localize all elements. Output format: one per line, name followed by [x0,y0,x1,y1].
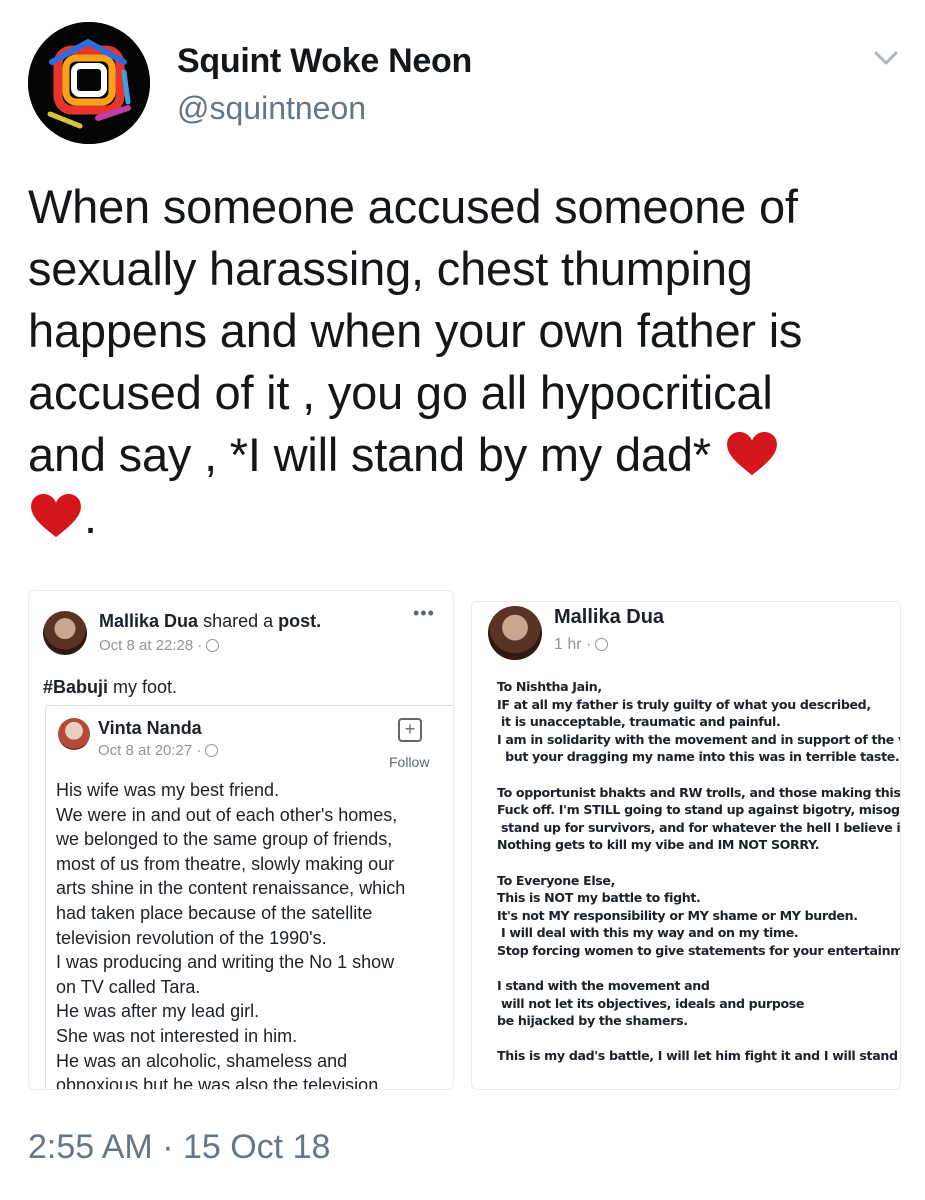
letter-line: I am in solidarity with the movement and… [497,731,901,747]
display-name[interactable]: Squint Woke Neon [177,42,472,81]
letter-line: be hijacked by the shamers. [497,1013,688,1029]
post-link[interactable]: post. [278,611,321,631]
letter-line: To Everyone Else, [497,872,616,888]
story-line: had taken place because of the satellite [56,902,373,923]
tweet-text-line: When someone accused someone of [28,180,798,233]
tweet-text-line: sexually harassing, chest thumping [28,242,753,295]
avatar [43,611,87,655]
avatar [58,718,90,750]
letter-line: Nothing gets to kill my vibe and IM NOT … [497,837,820,853]
letter-line: it is unacceptable, traumatic and painfu… [497,714,781,730]
follow-plus-icon[interactable]: + [398,718,422,742]
post-author[interactable]: Mallika Dua [99,611,198,631]
globe-icon [595,638,609,651]
letter-line: will not let its objectives, ideals and … [497,995,805,1011]
post-timestamp[interactable]: Oct 8 at 20:27 · [98,742,201,759]
story-line: I was producing and writing the No 1 sho… [56,952,395,973]
letter-line: IF at all my father is truly guilty of w… [497,696,871,712]
post-meta: 1 hr · [554,636,609,654]
letter-line: stand up for survivors, and for whatever… [497,819,901,835]
letter-line: I stand with the movement and [497,978,710,994]
shared-post-meta: Oct 8 at 20:27 · [98,742,219,759]
letter-gap [497,960,897,978]
shared-post-text: His wife was my best friend. We were in … [56,778,452,1090]
letter-line: This is NOT my battle to fight. [497,890,701,906]
story-line: We were in and out of each other's homes… [56,804,398,825]
story-line: we belonged to the same group of friends… [56,829,393,850]
caption-text: my foot. [108,677,178,697]
letter-gap [497,854,897,872]
shared-post: Vinta Nanda Oct 8 at 20:27 · + Follow Hi… [45,705,453,1090]
letter-line: I will deal with this my way and on my t… [497,925,799,941]
follow-button[interactable]: Follow [389,754,429,770]
post-timestamp[interactable]: 1 hr · [554,636,591,653]
letter-line: Fuck off. I'm STILL going to stand up ag… [497,802,901,818]
globe-icon [206,639,220,652]
story-line: television revolution of the 1990's. [56,927,327,948]
hashtag-link[interactable]: #Babuji [43,677,108,697]
tweet-text-line-heart: . [28,486,908,548]
story-line: obnoxious but he was also the television [56,1075,379,1090]
tweet-text-line-with-heart: and say , *I will stand by my dad* [28,424,908,486]
chevron-down-icon[interactable] [866,44,906,74]
story-line: on TV called Tara. [56,976,201,997]
tweet-text-tail: . [84,490,97,543]
letter-line: To opportunist bhakts and RW trolls, and… [497,784,901,800]
letter-gap [497,766,897,784]
story-line: He was an alcoholic, shameless and [56,1050,348,1071]
letter-line: This is my dad's battle, I will let him … [497,1048,900,1064]
more-options-icon[interactable]: ••• [413,603,435,624]
tweet-text-line: happens and when your own father is [28,304,803,357]
user-handle[interactable]: @squintneon [177,90,366,127]
avatar [488,606,542,660]
letter-line: Stop forcing women to give statements fo… [497,942,901,958]
shared-post-author[interactable]: Vinta Nanda [98,718,202,739]
tweet-header: Squint Woke Neon @squintneon [0,0,925,160]
story-line: She was not interested in him. [56,1025,298,1046]
story-line: arts shine in the content renaissance, w… [56,878,406,899]
letter-line: but your dragging my name into this was … [497,749,900,765]
post-caption: #Babuji my foot. [43,677,177,698]
tweet-text-line: and say , *I will stand by my dad* [28,428,724,481]
post-action: shared a [203,611,274,631]
post-timestamp[interactable]: Oct 8 at 22:28 · [99,637,202,654]
profile-avatar[interactable] [28,22,150,144]
post-author-line: Mallika Dua shared a post. [99,611,321,632]
story-line: His wife was my best friend. [56,780,280,800]
heart-emoji-icon [726,431,777,476]
story-line: He was after my lead girl. [56,1001,260,1022]
letter-gap [497,1030,897,1048]
letter-text: To Nishtha Jain, IF at all my father is … [497,678,901,1065]
post-author[interactable]: Mallika Dua [554,606,664,629]
attached-image-left[interactable]: Mallika Dua shared a post. Oct 8 at 22:2… [28,590,454,1090]
attached-image-right[interactable]: Mallika Dua 1 hr · To Nishtha Jain, IF a… [471,601,901,1090]
tweet-timestamp[interactable]: 2:55 AM · 15 Oct 18 [28,1128,330,1167]
letter-line: It's not MY responsibility or MY shame o… [497,907,858,923]
globe-icon [205,744,219,757]
tweet-text-line: accused of it , you go all hypocritical [28,366,773,419]
story-line: most of us from theatre, slowly making o… [56,853,395,874]
post-meta: Oct 8 at 22:28 · [99,637,220,654]
letter-line: To Nishtha Jain, [497,679,602,694]
tweet-text: When someone accused someone of sexually… [28,176,908,548]
heart-emoji-icon [31,493,81,538]
